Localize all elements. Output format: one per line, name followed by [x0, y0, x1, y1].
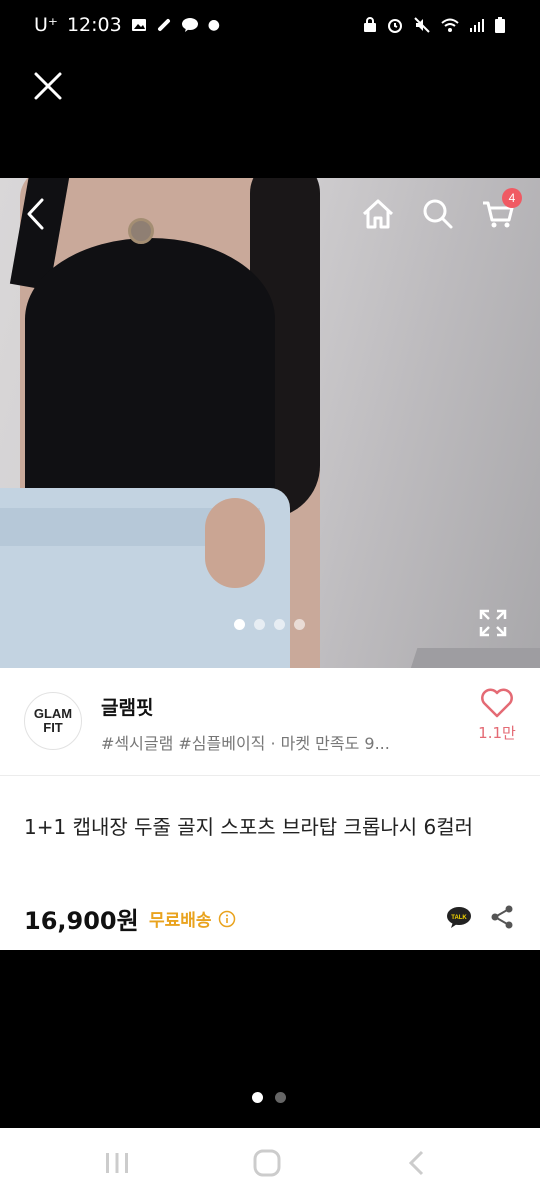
recent-apps-button[interactable]	[102, 1148, 132, 1178]
time-label: 12:03	[66, 14, 122, 36]
mute-icon	[414, 17, 430, 33]
search-icon	[423, 199, 453, 229]
link-icon	[157, 19, 170, 31]
product-price: 16,900원	[24, 907, 139, 935]
svg-text:TALK: TALK	[451, 915, 467, 921]
carousel-indicator	[234, 619, 305, 630]
store-tags: #섹시글램 #심플베이직 · 마켓 만족도 9...	[101, 734, 390, 753]
close-button[interactable]	[28, 66, 68, 106]
carousel-dot[interactable]	[274, 619, 285, 630]
kakaotalk-icon: TALK	[447, 907, 471, 928]
status-right	[363, 16, 506, 34]
product-image[interactable]: 4	[0, 178, 540, 668]
home-button[interactable]	[356, 192, 400, 236]
carousel-dot[interactable]	[254, 619, 265, 630]
system-nav-bar	[0, 1128, 540, 1200]
dot-icon: ●	[207, 17, 220, 33]
close-icon	[34, 72, 62, 100]
carrier-label: U⁺	[34, 14, 58, 36]
kakaotalk-share-button[interactable]: TALK	[446, 906, 472, 928]
product-title: 1+1 캡내장 두줄 골지 스포츠 브라탑 크롭나시 6컬러	[24, 815, 474, 839]
info-icon	[218, 910, 235, 927]
shipping-label: 무료배송	[149, 911, 212, 931]
carousel-dot[interactable]	[234, 619, 245, 630]
fullscreen-button[interactable]	[478, 608, 510, 640]
share-button[interactable]	[489, 904, 515, 930]
store-logo[interactable]: GLAM FIT	[24, 692, 82, 750]
home-circle-icon	[253, 1149, 281, 1177]
store-name[interactable]: 글램핏	[101, 693, 153, 720]
crop-top-garment	[25, 238, 275, 508]
status-left: U⁺ 12:03 ●	[34, 14, 220, 36]
back-button[interactable]	[14, 192, 58, 236]
recent-apps-icon	[106, 1153, 128, 1173]
share-icon	[491, 905, 513, 929]
kakaotalk-icon	[181, 18, 198, 32]
heart-icon	[481, 688, 513, 718]
battery-icon	[495, 17, 505, 33]
home-nav-button[interactable]	[252, 1148, 282, 1178]
page-dot[interactable]	[252, 1092, 263, 1103]
cart-count-badge: 4	[502, 188, 522, 208]
lock-icon	[364, 17, 376, 32]
carousel-dot[interactable]	[294, 619, 305, 630]
alarm-icon	[388, 19, 402, 33]
store-row[interactable]: GLAM FIT 글램핏 #섹시글램 #심플베이직 · 마켓 만족도 9... …	[0, 668, 540, 776]
gallery-icon	[131, 19, 146, 31]
expand-icon	[479, 609, 507, 637]
like-button[interactable]: 1.1만	[472, 688, 522, 758]
page-indicator	[252, 1092, 286, 1103]
product-info-card: GLAM FIT 글램핏 #섹시글램 #심플베이직 · 마켓 만족도 9... …	[0, 668, 540, 950]
chevron-left-icon	[27, 198, 44, 230]
signal-icon	[470, 19, 484, 32]
back-chevron-icon	[408, 1150, 424, 1176]
status-bar: U⁺ 12:03 ●	[0, 0, 540, 50]
cart-button[interactable]: 4	[476, 188, 522, 236]
home-icon	[362, 199, 394, 229]
like-count: 1.1만	[478, 724, 516, 742]
page-dot[interactable]	[275, 1092, 286, 1103]
wifi-icon	[441, 18, 459, 32]
search-button[interactable]	[416, 192, 460, 236]
back-nav-button[interactable]	[403, 1148, 433, 1178]
shipping-info[interactable]: 무료배송	[149, 906, 236, 931]
